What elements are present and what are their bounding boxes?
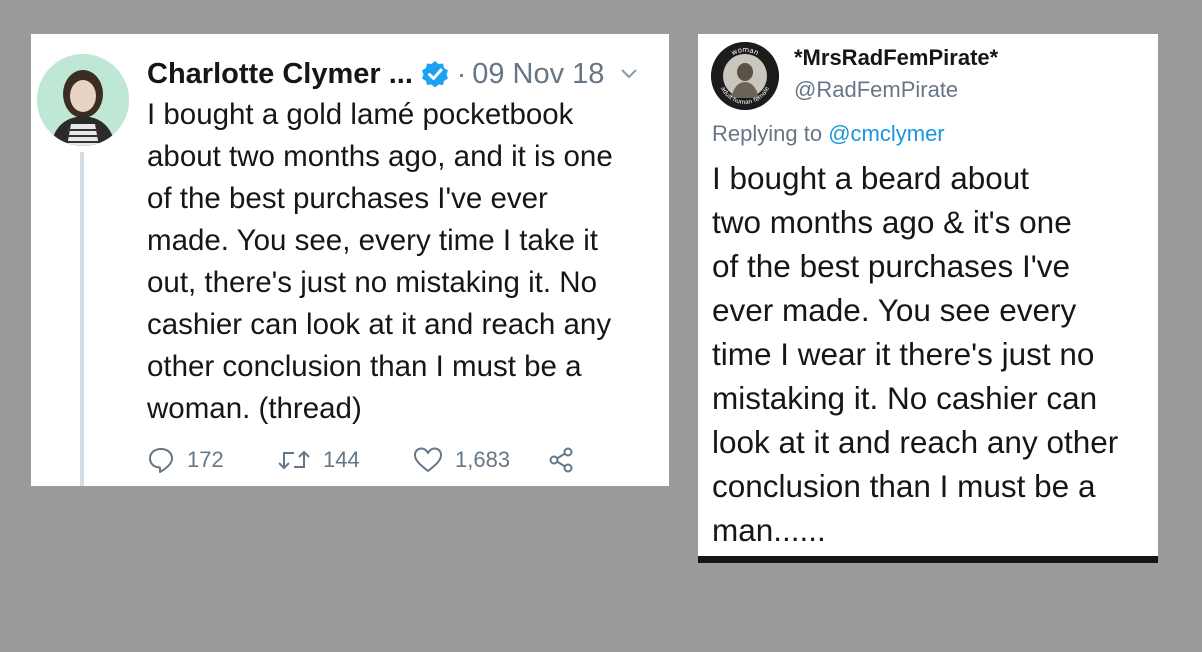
retweet-icon — [278, 450, 310, 470]
tweet-date[interactable]: 09 Nov 18 — [472, 58, 604, 91]
separator-dot: · — [456, 58, 467, 89]
tweet-text-line: made. You see, every time I take it — [147, 224, 598, 257]
share-button[interactable] — [547, 446, 575, 474]
tweet-card-radfempirate[interactable]: woman adult human female *MrsRadFemPirat… — [698, 34, 1158, 560]
tweet-text-line: of the best purchases I've ever — [147, 182, 548, 215]
tweet-text-line: time I wear it there's just no — [712, 336, 1095, 372]
display-name[interactable]: *MrsRadFemPirate* — [794, 45, 998, 71]
tweet-actions: 172 144 1,683 — [147, 442, 667, 478]
tweet-text-line: of the best purchases I've — [712, 248, 1070, 284]
verified-badge-icon — [421, 60, 449, 88]
profile-photo: woman adult human female — [711, 42, 779, 110]
tweet-text-line: conclusion than I must be a — [712, 468, 1096, 504]
retweet-count: 144 — [323, 447, 360, 472]
chevron-down-icon[interactable] — [620, 68, 638, 80]
tweet-text-line: look at it and reach any other — [712, 424, 1119, 460]
tweet-text-line: mistaking it. No cashier can — [712, 380, 1098, 416]
reply-count: 172 — [187, 447, 224, 472]
avatar[interactable] — [37, 54, 129, 146]
like-count: 1,683 — [455, 447, 511, 472]
share-icon — [549, 447, 573, 473]
tweet-text-line: man...... — [712, 512, 826, 548]
tweet-text-line: other conclusion than I must be a — [147, 350, 582, 383]
tweet-text-line: about two months ago, and it is one — [147, 140, 613, 173]
avatar[interactable]: woman adult human female — [711, 42, 779, 110]
tweet-text-line: cashier can look at it and reach any — [147, 308, 612, 341]
tweet-text-line: ever made. You see every — [712, 292, 1077, 328]
tweet-card-charlotte[interactable]: Charlotte Clymer ... · 09 Nov 18 I bough… — [31, 34, 669, 486]
replying-to: Replying to @cmclymer — [712, 121, 945, 147]
heart-icon — [414, 447, 442, 472]
tweet-text-line: I bought a gold lamé pocketbook — [147, 98, 574, 131]
tweet-text-line: I bought a beard about — [712, 160, 1030, 196]
tweet-text: I bought a gold lamé pocketbook about tw… — [147, 94, 662, 430]
replying-label: Replying to — [712, 121, 823, 146]
profile-photo — [37, 54, 129, 146]
retweet-button[interactable]: 144 — [277, 447, 413, 473]
mention-link[interactable]: @cmclymer — [828, 121, 944, 146]
tweet-header: Charlotte Clymer ... · 09 Nov 18 — [147, 54, 667, 94]
tweet-text-line: out, there's just no mistaking it. No — [147, 266, 597, 299]
display-name[interactable]: Charlotte Clymer ... — [147, 58, 413, 91]
tweet-text-line: woman. (thread) — [147, 392, 362, 425]
thread-connector-line — [80, 152, 84, 486]
screenshot-bottom-strip — [698, 556, 1158, 563]
reply-button[interactable]: 172 — [147, 446, 277, 474]
tweet-text-line: two months ago & it's one — [712, 204, 1072, 240]
like-button[interactable]: 1,683 — [413, 446, 547, 474]
user-handle[interactable]: @RadFemPirate — [794, 77, 958, 103]
tweet-text: I bought a beard about two months ago & … — [712, 156, 1157, 552]
reply-icon — [149, 448, 173, 473]
